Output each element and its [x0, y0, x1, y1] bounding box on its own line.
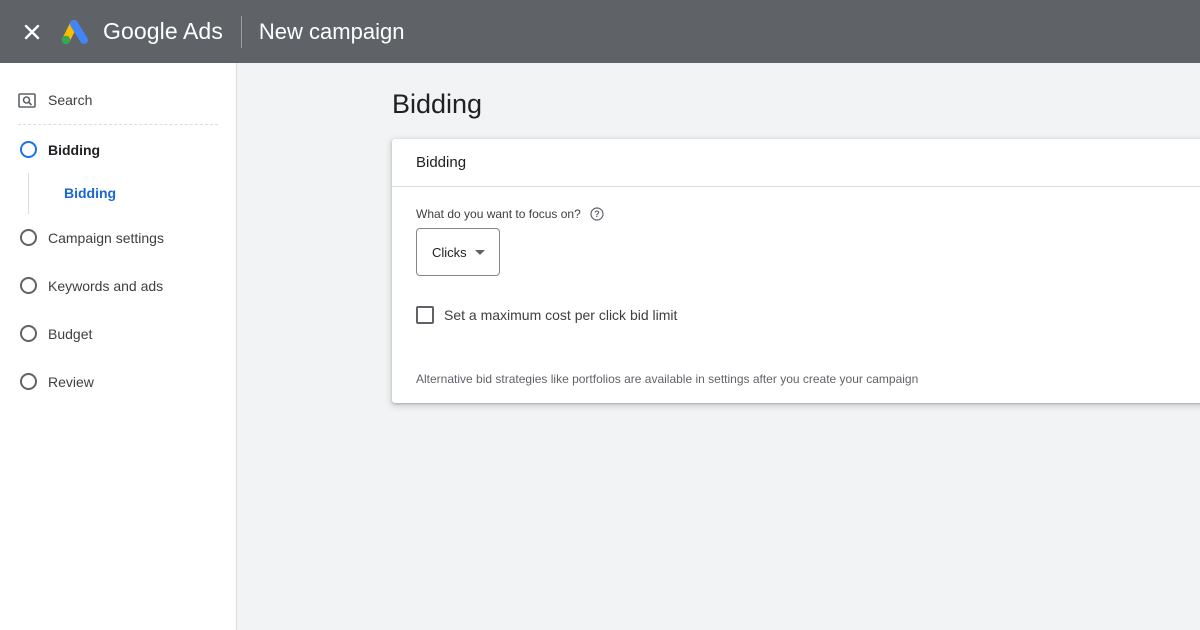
svg-text:?: ?: [594, 209, 600, 219]
bid-strategies-note: Alternative bid strategies like portfoli…: [416, 372, 919, 386]
page-title: New campaign: [258, 18, 405, 44]
sidebar-step-label: Budget: [48, 325, 93, 342]
sidebar-step-budget[interactable]: Budget: [20, 325, 92, 342]
campaign-type-label: Search: [48, 92, 93, 108]
sidebar-substep-bidding[interactable]: Bidding: [64, 185, 116, 201]
sidebar-step-label: Campaign settings: [48, 229, 164, 246]
max-cpc-limit-label[interactable]: Set a maximum cost per click bid limit: [444, 307, 677, 323]
sidebar: Search Bidding Bidding Campaign settings…: [0, 63, 237, 630]
search-icon: [18, 93, 36, 108]
sidebar-step-label: Keywords and ads: [48, 277, 164, 294]
step-status-circle-icon: [20, 325, 37, 342]
sidebar-step-label: Review: [48, 373, 94, 390]
focus-dropdown[interactable]: Clicks: [416, 228, 500, 276]
close-button[interactable]: [12, 12, 52, 52]
section-heading: Bidding: [392, 89, 483, 119]
step-status-circle-icon: [20, 373, 37, 390]
dropdown-arrow-icon: [474, 249, 485, 255]
step-status-circle-icon: [20, 229, 37, 246]
focus-dropdown-value: Clicks: [432, 244, 467, 260]
campaign-type-search[interactable]: Search: [18, 91, 218, 125]
step-status-circle-icon: [20, 141, 37, 158]
substep-indicator-line: [28, 173, 29, 214]
app-name: Google Ads: [103, 18, 223, 44]
sidebar-step-bidding[interactable]: Bidding: [20, 141, 100, 158]
top-app-bar: Google Ads New campaign: [0, 0, 1200, 63]
bidding-card: Bidding What do you want to focus on? ? …: [392, 139, 1200, 403]
card-title: Bidding: [392, 139, 1200, 187]
focus-question: What do you want to focus on? ?: [416, 207, 604, 221]
close-icon: [24, 24, 40, 39]
focus-question-label: What do you want to focus on?: [416, 207, 581, 221]
sidebar-step-keywords-and-ads[interactable]: Keywords and ads: [20, 277, 163, 294]
max-cpc-limit-option[interactable]: Set a maximum cost per click bid limit: [416, 306, 677, 324]
sidebar-step-label: Bidding: [48, 141, 101, 158]
google-ads-logo: [61, 19, 88, 44]
step-status-circle-icon: [20, 277, 37, 294]
max-cpc-limit-checkbox[interactable]: [416, 306, 434, 324]
sidebar-step-review[interactable]: Review: [20, 373, 94, 390]
google-ads-logo-link[interactable]: Google Ads: [60, 18, 223, 46]
topbar-divider: [240, 15, 242, 48]
sidebar-step-campaign-settings[interactable]: Campaign settings: [20, 229, 164, 246]
help-icon[interactable]: ?: [590, 207, 604, 221]
